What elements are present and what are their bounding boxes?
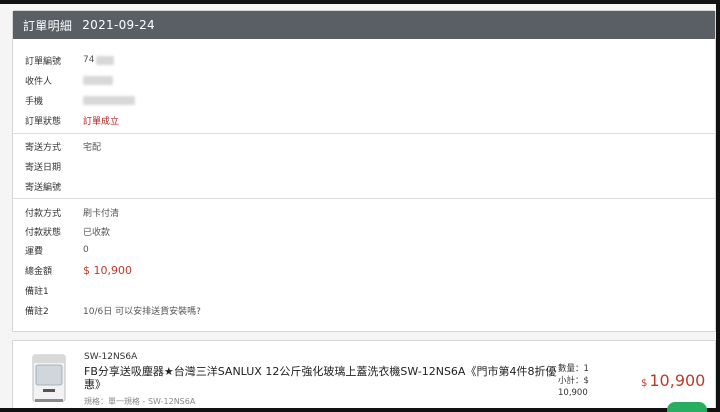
redacted-recipient — [83, 75, 113, 85]
recipient-row: 收件人 — [25, 71, 113, 89]
shipping-fee-row: 運費 0 — [25, 241, 89, 259]
action-button[interactable] — [667, 402, 707, 412]
price-currency: $ — [641, 378, 648, 389]
product-price: $10,900 — [641, 371, 705, 390]
payment-method-row: 付款方式 刷卡付清 — [25, 203, 119, 221]
order-number-label: 訂單編號 — [25, 56, 62, 67]
shipping-date-label: 寄送日期 — [25, 162, 62, 173]
note1-label: 備註1 — [25, 286, 49, 297]
section-divider — [13, 198, 715, 199]
redacted-phone — [83, 95, 135, 105]
order-status-value: 訂單成立 — [83, 116, 120, 127]
note2-label: 備註2 — [25, 306, 49, 317]
note1-row: 備註1 — [25, 281, 83, 299]
order-number-row: 訂單編號 74 — [25, 51, 115, 69]
product-model: SW-12NS6A — [84, 352, 138, 362]
tracking-number-row: 寄送編號 — [25, 177, 83, 195]
product-name-link[interactable]: FB分享送吸塵器★台灣三洋SANLUX 12公斤強化玻璃上蓋洗衣機SW-12NS… — [84, 365, 564, 391]
payment-status-row: 付款狀態 已收款 — [25, 222, 110, 240]
panel-title: 訂單明細 — [23, 18, 73, 33]
quantity-text: 數量：1 — [558, 364, 589, 374]
shipping-method-row: 寄送方式 宅配 — [25, 137, 101, 155]
payment-status-label: 付款狀態 — [25, 227, 62, 238]
recipient-label: 收件人 — [25, 76, 53, 87]
redacted-order-number — [96, 55, 115, 65]
payment-method-label: 付款方式 — [25, 208, 62, 219]
note2-value: 10/6日 可以安排送貨安裝嗎? — [83, 306, 201, 317]
tracking-number-label: 寄送編號 — [25, 182, 62, 193]
total-amount-value: $ 10,900 — [83, 263, 132, 277]
section-divider — [13, 133, 715, 134]
shipping-fee-value: 0 — [83, 245, 89, 255]
panel-header: 訂單明細 2021-09-24 — [13, 11, 715, 39]
order-number-value: 74 — [83, 55, 95, 65]
price-value: 10,900 — [649, 371, 706, 390]
payment-status-value: 已收款 — [83, 227, 111, 238]
quantity-subtotal: 數量：1 小計：$ 10,900 — [558, 363, 589, 399]
total-amount-row: 總金額 $ 10,900 — [25, 261, 132, 279]
order-status-label: 訂單狀態 — [25, 116, 62, 127]
note2-row: 備註2 10/6日 可以安排送貨安裝嗎? — [25, 301, 201, 319]
order-status-row: 訂單狀態 訂單成立 — [25, 111, 119, 129]
total-amount-label: 總金額 — [25, 266, 53, 277]
subtotal-value: 10,900 — [558, 388, 588, 398]
shipping-date-row: 寄送日期 — [25, 157, 83, 175]
product-item: SW-12NS6A FB分享送吸塵器★台灣三洋SANLUX 12公斤強化玻璃上蓋… — [12, 340, 716, 412]
shipping-method-value: 宅配 — [83, 142, 102, 153]
phone-label: 手機 — [25, 96, 44, 107]
shipping-method-label: 寄送方式 — [25, 142, 62, 153]
order-detail-panel: 訂單明細 2021-09-24 訂單編號 74 收件人 手機 訂單狀態 訂單成立… — [12, 10, 716, 332]
product-spec: 規格：單一規格 - SW-12NS6A — [84, 397, 196, 406]
phone-row: 手機 — [25, 91, 135, 109]
order-date: 2021-09-24 — [82, 18, 155, 32]
shipping-fee-label: 運費 — [25, 246, 44, 257]
washing-machine-image[interactable] — [27, 351, 71, 405]
subtotal-label: 小計：$ — [558, 376, 589, 386]
payment-method-value: 刷卡付清 — [83, 208, 120, 219]
